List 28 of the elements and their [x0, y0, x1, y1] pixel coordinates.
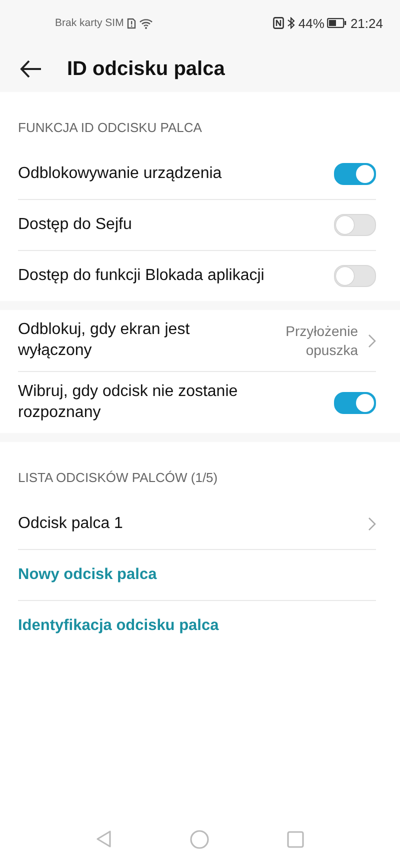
toggle-switch[interactable]	[334, 163, 376, 185]
clock-time: 21:24	[350, 16, 383, 30]
back-arrow-icon[interactable]	[20, 60, 42, 78]
page-title: ID odcisku palca	[67, 58, 225, 80]
bluetooth-icon	[287, 17, 296, 29]
action-link[interactable]: Identyfikacja odcisku palca	[18, 616, 376, 636]
home-nav-icon[interactable]	[190, 830, 209, 848]
action-link[interactable]: Nowy odcisk palca	[18, 564, 376, 586]
nfc-icon	[273, 17, 284, 29]
setting-label: Odblokowywanie urządzenia	[18, 164, 223, 184]
section-heading: LISTA ODCISKÓW PALCÓW (1/5)	[18, 469, 219, 487]
sim-icon	[126, 18, 136, 28]
chevron-right-icon[interactable]	[368, 334, 376, 348]
setting-label: Odblokuj, gdy ekran jest wyłączony	[18, 320, 191, 360]
battery-percent: 44%	[298, 16, 324, 30]
setting-label: Dostęp do Sejfu	[18, 214, 133, 235]
recents-nav-icon[interactable]	[287, 830, 304, 848]
toggle-switch[interactable]	[334, 392, 376, 414]
wifi-icon	[138, 18, 153, 28]
setting-label: Wibruj, gdy odcisk nie zostanie rozpoznany	[18, 382, 239, 422]
setting-label: Dostęp do funkcji Blokada aplikacji	[18, 266, 266, 286]
carrier-text: Brak karty SIM	[55, 17, 124, 29]
section-heading: FUNKCJA ID ODCISKU PALCA	[18, 119, 203, 137]
back-nav-icon[interactable]	[96, 830, 112, 848]
setting-label: Odcisk palca 1	[18, 514, 124, 534]
setting-value: Przyłożenie opuszka	[284, 322, 358, 360]
battery-icon	[327, 18, 348, 28]
chevron-right-icon[interactable]	[368, 517, 376, 531]
